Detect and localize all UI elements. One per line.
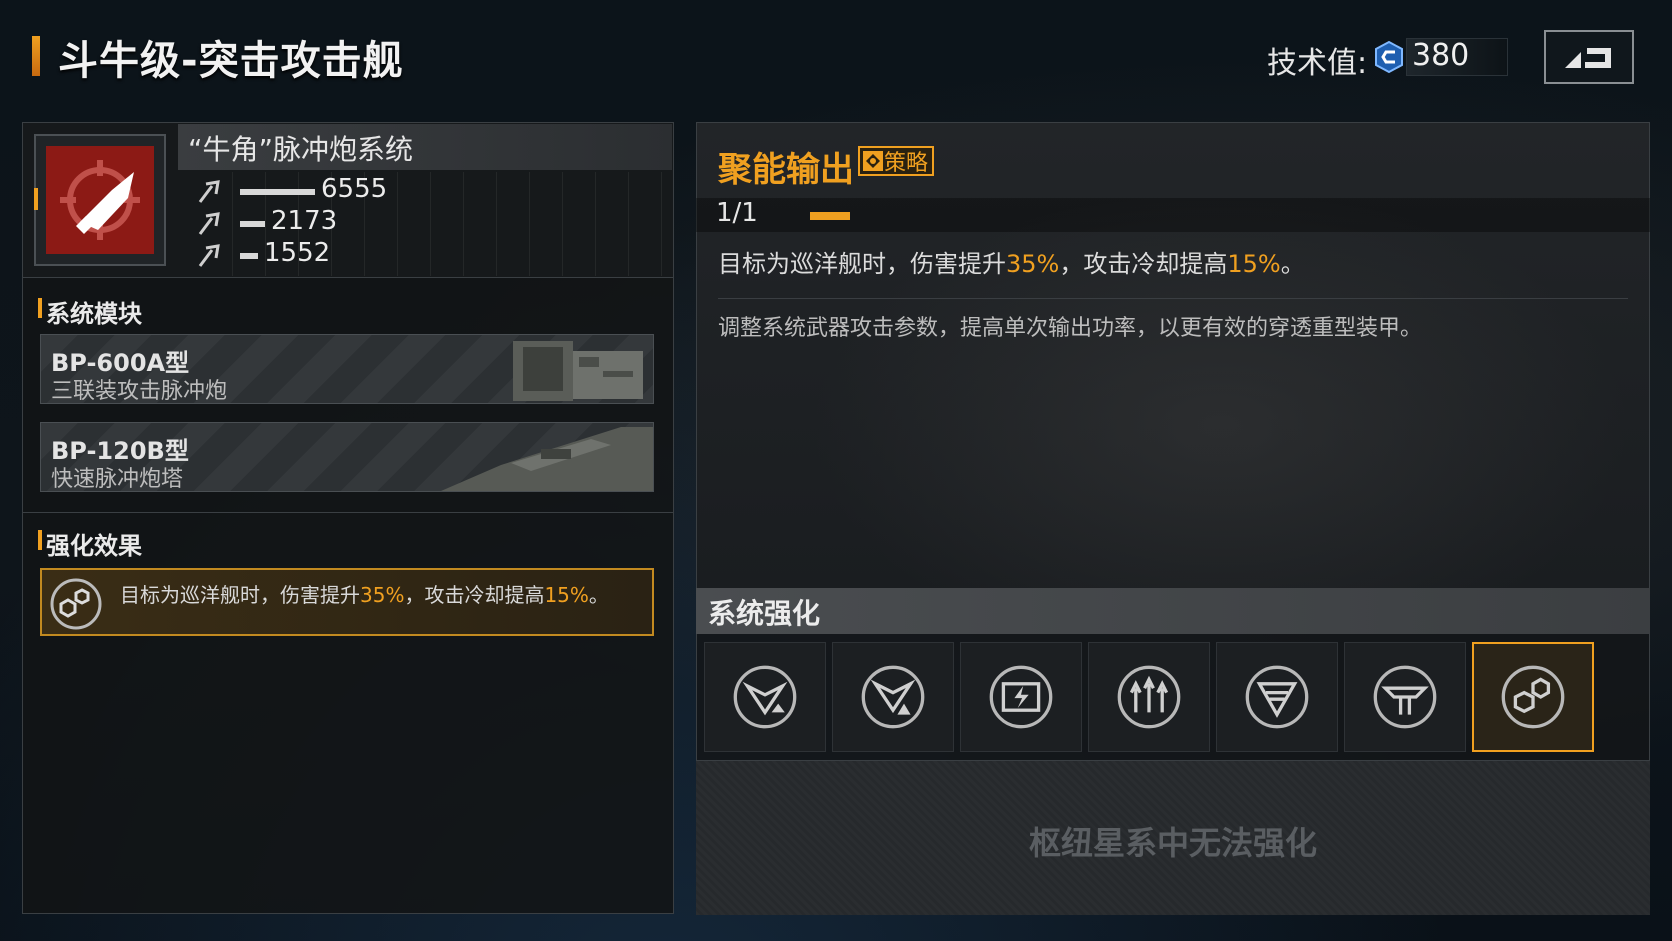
attack-stat-icon	[198, 212, 220, 235]
tech-value: 380	[1412, 38, 1470, 73]
skill-name: 聚能输出	[718, 150, 854, 190]
module-turret-image	[441, 427, 653, 491]
section-marker	[38, 530, 42, 550]
skill-description: 调整系统武器攻击参数，提高单次输出功率，以更有效的穿透重型装甲。	[718, 316, 1423, 341]
attack-stat-icon	[198, 180, 220, 203]
module-card[interactable]: BP-600A型 三联装攻击脉冲炮	[40, 334, 654, 404]
enhance-slot[interactable]	[960, 642, 1082, 752]
damage-up-icon	[733, 665, 797, 729]
enhance-slot[interactable]	[1344, 642, 1466, 752]
enhance-effect-title: 强化效果	[46, 532, 142, 560]
stat-bar	[240, 221, 265, 227]
stat-bar	[240, 253, 258, 259]
damage-up-alt-icon	[861, 665, 925, 729]
locked-message: 枢纽星系中无法强化	[1028, 824, 1317, 862]
module-turret-image	[513, 341, 643, 401]
system-enhance-bar	[696, 588, 1650, 634]
hexagon-gear-icon	[50, 578, 102, 630]
module-card[interactable]: BP-120B型 快速脉冲炮塔	[40, 422, 654, 492]
attack-stat-icon	[198, 244, 220, 267]
back-arrow-icon	[1565, 48, 1611, 68]
back-button[interactable]	[1544, 30, 1634, 84]
bullet-icon	[60, 160, 140, 240]
enhance-slot[interactable]	[1088, 642, 1210, 752]
energy-icon	[989, 665, 1053, 729]
enhance-slot[interactable]	[1216, 642, 1338, 752]
stat-value: 2173	[271, 206, 338, 236]
enhance-slot[interactable]	[832, 642, 954, 752]
weapon-name: “牛角”脉冲炮系统	[188, 133, 414, 166]
speed-up-icon	[1117, 665, 1181, 729]
enhance-slot[interactable]	[1472, 642, 1594, 752]
strategy-tag: 策略	[858, 146, 935, 176]
shield-icon	[1245, 665, 1309, 729]
hexagon-gear-icon	[1501, 665, 1565, 729]
system-enhance-title: 系统强化	[708, 597, 821, 630]
divider	[22, 512, 674, 513]
strategy-icon	[863, 151, 883, 171]
stat-value: 6555	[321, 174, 388, 204]
section-marker	[38, 298, 42, 318]
weapon-selected-marker	[34, 188, 38, 210]
turret-icon	[1373, 665, 1437, 729]
enhance-slot[interactable]	[704, 642, 826, 752]
divider	[718, 298, 1628, 299]
tech-value-label: 技术值:	[1267, 46, 1368, 81]
skill-detail-panel	[696, 122, 1650, 590]
tech-currency-icon	[1375, 40, 1403, 74]
enhance-effect-text: 目标为巡洋舰时，伤害提升35%，攻击冷却提高15%。	[120, 583, 609, 607]
skill-level: 1/1	[716, 198, 758, 228]
skill-effect: 目标为巡洋舰时，伤害提升35%，攻击冷却提高15%。	[718, 250, 1305, 278]
modules-title: 系统模块	[46, 300, 142, 328]
stat-bar	[240, 189, 315, 195]
module-desc: 三联装攻击脉冲炮	[51, 379, 228, 404]
stat-value: 1552	[264, 238, 331, 268]
page-title: 斗牛级-突击攻击舰	[58, 38, 404, 84]
module-desc: 快速脉冲炮塔	[51, 467, 184, 492]
title-accent-bar	[32, 36, 40, 76]
level-progress-bar	[810, 212, 850, 220]
